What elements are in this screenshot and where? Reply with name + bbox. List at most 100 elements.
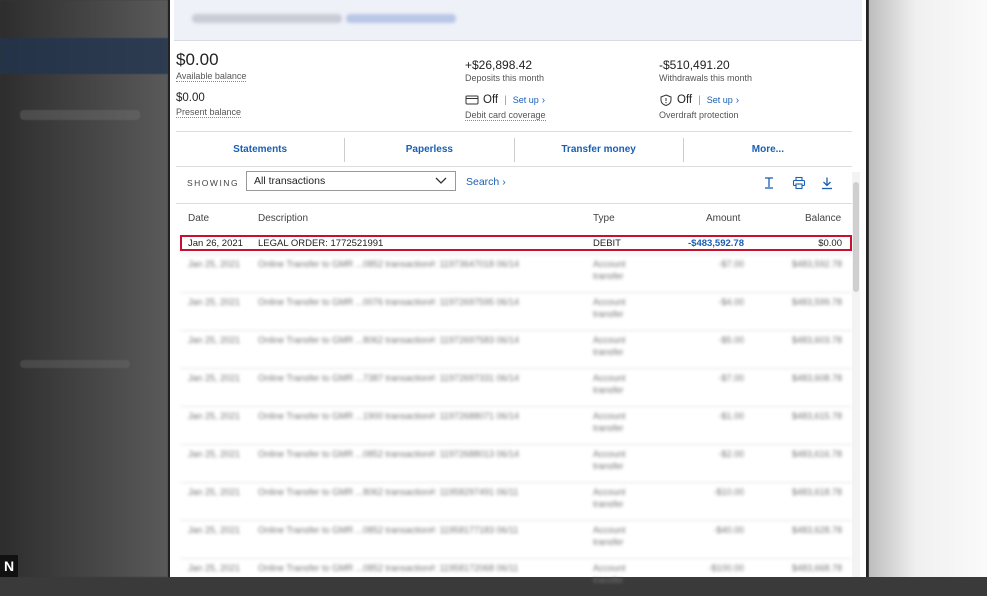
- transaction-amount: -$7.00: [718, 259, 744, 269]
- divider: [176, 166, 852, 167]
- background-blur: [0, 38, 168, 74]
- transaction-balance: $0.00: [818, 238, 842, 249]
- search-link[interactable]: Search ›: [466, 176, 506, 188]
- table-row[interactable]: Jan 25, 2021 Online Transfer to GMR ...08…: [180, 444, 852, 482]
- transaction-filter-value: All transactions: [254, 175, 326, 187]
- background-left: [0, 0, 168, 577]
- transaction-type: Account: [593, 525, 626, 535]
- tab-statements[interactable]: Statements: [176, 138, 346, 162]
- separator: |: [698, 94, 701, 106]
- available-balance-label[interactable]: Available balance: [176, 71, 247, 82]
- table-header: Date Description Type Amount Balance: [180, 210, 852, 230]
- table-row[interactable]: Jan 25, 2021 Online Transfer to GMR ...80…: [180, 482, 852, 520]
- table-row[interactable]: Jan 25, 2021 Online Transfer to GMR ...19…: [180, 406, 852, 444]
- transaction-description: Online Transfer to GMR ...8062 transacti…: [258, 335, 519, 345]
- transaction-date: Jan 25, 2021: [188, 259, 241, 269]
- transaction-amount: -$40.00: [713, 525, 744, 535]
- debit-card-coverage-label[interactable]: Debit card coverage: [465, 110, 546, 121]
- withdrawals-amount: -$510,491.20: [659, 58, 730, 72]
- column-header-type[interactable]: Type: [593, 213, 615, 224]
- showing-label: SHOWING: [187, 178, 240, 188]
- overdraft-setup-link[interactable]: Set up: [707, 95, 733, 105]
- transaction-description: Online Transfer to GMR ...0852 transacti…: [258, 449, 519, 459]
- tab-transfer-money[interactable]: Transfer money: [515, 138, 684, 162]
- divider: [176, 131, 852, 132]
- transaction-type: Account: [593, 487, 626, 497]
- present-balance-label[interactable]: Present balance: [176, 107, 242, 118]
- search-link-label: Search: [466, 176, 500, 188]
- transaction-filter-select[interactable]: All transactions: [246, 171, 456, 191]
- transaction-amount: -$2.00: [718, 449, 744, 459]
- account-panel: $0.00 Available balance $0.00 Present ba…: [168, 0, 868, 585]
- transaction-date: Jan 26, 2021: [188, 238, 243, 249]
- transaction-description: Online Transfer to GMR ...8062 transacti…: [258, 487, 519, 497]
- background-blur: [20, 110, 140, 120]
- transaction-controls: SHOWING All transactions Search ›: [176, 170, 852, 196]
- table-row[interactable]: Jan 25, 2021 Online Transfer to GMR ...80…: [180, 330, 852, 368]
- table-row[interactable]: Jan 25, 2021 Online Transfer to GMR ...08…: [180, 254, 852, 292]
- table-row[interactable]: Jan 25, 2021 Online Transfer to GMR ...08…: [180, 520, 852, 558]
- transaction-balance: $483,628.78: [791, 525, 842, 535]
- transaction-balance: $483,618.78: [791, 487, 842, 497]
- transaction-date: Jan 25, 2021: [188, 525, 241, 535]
- transaction-amount: -$10.00: [713, 487, 744, 497]
- column-header-description[interactable]: Description: [258, 213, 308, 224]
- print-icon[interactable]: [792, 176, 806, 190]
- transaction-type: Account: [593, 411, 626, 421]
- transaction-date: Jan 25, 2021: [188, 487, 241, 497]
- transaction-date: Jan 25, 2021: [188, 335, 241, 345]
- chevron-right-icon[interactable]: ›: [736, 95, 739, 106]
- debit-card-status: Off: [483, 94, 499, 106]
- transaction-balance: $483,668.78: [791, 563, 842, 573]
- transaction-description: Online Transfer to GMR ...1900 transacti…: [258, 411, 519, 421]
- transaction-amount: -$100.00: [708, 563, 744, 573]
- transaction-type-line2: transfer: [593, 537, 624, 547]
- transaction-amount: -$7.00: [718, 373, 744, 383]
- blurred-account-name: [192, 14, 342, 23]
- transaction-balance: $483,599.78: [791, 297, 842, 307]
- tab-paperless[interactable]: Paperless: [345, 138, 515, 162]
- table-row[interactable]: Jan 25, 2021 Online Transfer to GMR ...08…: [180, 558, 852, 596]
- chevron-right-icon[interactable]: ›: [542, 95, 545, 106]
- divider: [176, 203, 852, 204]
- account-actions: Statements Paperless Transfer money More…: [176, 138, 852, 162]
- account-summary: $0.00 Available balance $0.00 Present ba…: [176, 50, 856, 128]
- transaction-type: Account: [593, 335, 626, 345]
- debit-card-setup-link[interactable]: Set up: [513, 95, 539, 105]
- table-row[interactable]: Jan 25, 2021 Online Transfer to GMR ...00…: [180, 292, 852, 330]
- transaction-balance: $483,592.78: [791, 259, 842, 269]
- overdraft-status: Off: [677, 94, 693, 106]
- background-blur: [20, 360, 130, 368]
- transaction-description: Online Transfer to GMR ...0852 transacti…: [258, 563, 519, 573]
- transaction-type: Account: [593, 259, 626, 269]
- transaction-type: DEBIT: [593, 238, 621, 249]
- transaction-type-line2: transfer: [593, 309, 624, 319]
- transaction-type-line2: transfer: [593, 385, 624, 395]
- transaction-description: Online Transfer to GMR ...0852 transacti…: [258, 525, 519, 535]
- transaction-balance: $483,615.78: [791, 411, 842, 421]
- separator: |: [504, 94, 507, 106]
- transaction-date: Jan 25, 2021: [188, 449, 241, 459]
- transaction-amount: -$483,592.78: [688, 238, 744, 249]
- tab-more[interactable]: More...: [684, 138, 852, 162]
- corner-tag: N: [0, 555, 18, 577]
- scrollbar[interactable]: [852, 172, 860, 577]
- scrollbar-thumb[interactable]: [853, 182, 859, 292]
- column-header-balance[interactable]: Balance: [805, 213, 841, 224]
- highlighted-transaction-row[interactable]: Jan 26, 2021 LEGAL ORDER: 1772521991 DEB…: [180, 235, 852, 251]
- chevron-down-icon: [435, 177, 447, 184]
- transaction-date: Jan 25, 2021: [188, 411, 241, 421]
- download-icon[interactable]: [820, 176, 834, 190]
- transaction-type: Account: [593, 373, 626, 383]
- column-header-date[interactable]: Date: [188, 213, 209, 224]
- transaction-balance: $483,608.78: [791, 373, 842, 383]
- withdrawals-label: Withdrawals this month: [659, 73, 753, 83]
- transaction-description: Online Transfer to GMR ...0076 transacti…: [258, 297, 519, 307]
- transaction-description: LEGAL ORDER: 1772521991: [258, 238, 384, 249]
- filter-icon[interactable]: [762, 176, 776, 190]
- transaction-type-line2: transfer: [593, 461, 624, 471]
- column-header-amount[interactable]: Amount: [706, 213, 740, 224]
- transaction-type: Account: [593, 449, 626, 459]
- table-row[interactable]: Jan 25, 2021 Online Transfer to GMR ...73…: [180, 368, 852, 406]
- debit-card-coverage-row: Off | Set up ›: [465, 94, 545, 106]
